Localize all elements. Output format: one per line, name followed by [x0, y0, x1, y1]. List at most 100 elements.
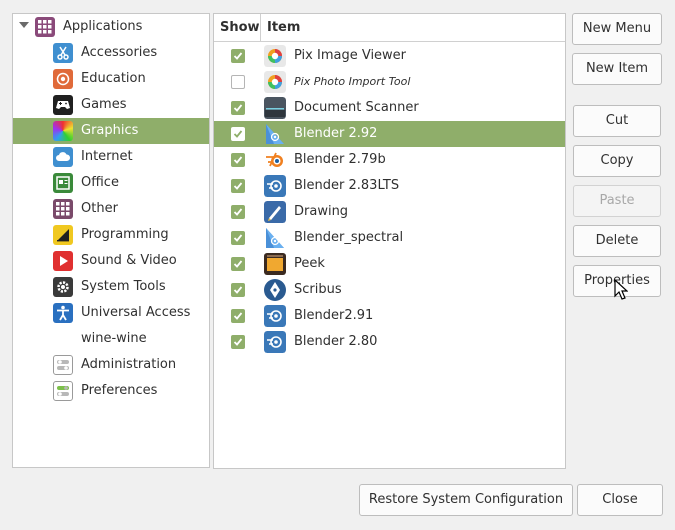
- category-applications[interactable]: Applications: [13, 14, 209, 40]
- list-item[interactable]: Pix Image Viewer: [214, 43, 565, 69]
- programming-icon: [53, 225, 73, 245]
- category-system-tools[interactable]: System Tools: [13, 274, 209, 300]
- blender-logo-icon: [264, 149, 286, 171]
- item-label: Drawing: [294, 204, 349, 219]
- scanner-icon: [264, 97, 286, 119]
- category-administration[interactable]: Administration: [13, 352, 209, 378]
- category-label: Games: [81, 97, 127, 112]
- list-item[interactable]: Blender 2.79b: [214, 147, 565, 173]
- show-checkbox-checked[interactable]: [231, 257, 245, 271]
- grid-icon: [53, 199, 73, 219]
- delete-button[interactable]: Delete: [573, 225, 661, 257]
- item-label: Scribus: [294, 282, 342, 297]
- gear-icon: [53, 277, 73, 297]
- toggle-green-icon: [53, 381, 73, 401]
- pix-icon: [264, 71, 286, 93]
- show-checkbox-unchecked[interactable]: [231, 75, 245, 89]
- palette-icon: [53, 121, 73, 141]
- item-label: Blender_spectral: [294, 230, 404, 245]
- category-label: Office: [81, 175, 119, 190]
- item-label: Blender2.91: [294, 308, 374, 323]
- paste-button[interactable]: Paste: [573, 185, 661, 217]
- list-item[interactable]: Blender 2.92: [214, 121, 565, 147]
- item-label: Blender 2.80: [294, 334, 378, 349]
- blender-icon: [264, 175, 286, 197]
- scribus-icon: [264, 279, 286, 301]
- item-label: Blender 2.83LTS: [294, 178, 400, 193]
- category-label: Graphics: [81, 123, 139, 138]
- new-menu-button[interactable]: New Menu: [572, 13, 662, 45]
- show-checkbox-checked[interactable]: [231, 49, 245, 63]
- pix-icon: [264, 45, 286, 67]
- new-item-button[interactable]: New Item: [572, 53, 662, 85]
- show-checkbox-checked[interactable]: [231, 283, 245, 297]
- show-checkbox-checked[interactable]: [231, 231, 245, 245]
- category-label: Universal Access: [81, 305, 191, 320]
- category-label: Programming: [81, 227, 169, 242]
- cloud-icon: [53, 147, 73, 167]
- show-checkbox-checked[interactable]: [231, 127, 245, 141]
- show-checkbox-checked[interactable]: [231, 205, 245, 219]
- column-header-item[interactable]: Item: [267, 14, 300, 41]
- show-checkbox-checked[interactable]: [231, 335, 245, 349]
- restore-system-configuration-button[interactable]: Restore System Configuration: [359, 484, 573, 516]
- show-checkbox-checked[interactable]: [231, 309, 245, 323]
- category-preferences[interactable]: Preferences: [13, 378, 209, 404]
- list-item[interactable]: Blender 2.80: [214, 329, 565, 355]
- show-checkbox-checked[interactable]: [231, 153, 245, 167]
- list-item[interactable]: Pix Photo Import Tool: [214, 69, 565, 95]
- category-label: Accessories: [81, 45, 158, 60]
- item-label: Peek: [294, 256, 325, 271]
- item-label: Document Scanner: [294, 100, 419, 115]
- category-label: Other: [81, 201, 118, 216]
- category-games[interactable]: Games: [13, 92, 209, 118]
- blender-icon: [264, 305, 286, 327]
- list-item[interactable]: Peek: [214, 251, 565, 277]
- category-office[interactable]: Office: [13, 170, 209, 196]
- category-programming[interactable]: Programming: [13, 222, 209, 248]
- item-label: Blender 2.79b: [294, 152, 386, 167]
- expander-arrow-icon[interactable]: [19, 22, 29, 28]
- item-label: Blender 2.92: [294, 126, 378, 141]
- category-graphics[interactable]: Graphics: [13, 118, 209, 144]
- office-icon: [53, 173, 73, 193]
- list-item[interactable]: Blender 2.83LTS: [214, 173, 565, 199]
- category-label: wine-wine: [81, 331, 147, 346]
- list-header: Show Item: [214, 14, 565, 42]
- blender-spectral-icon: [264, 227, 286, 249]
- accessibility-icon: [53, 303, 73, 323]
- list-item[interactable]: Scribus: [214, 277, 565, 303]
- item-label: Pix Photo Import Tool: [294, 75, 411, 88]
- category-label: Sound & Video: [81, 253, 177, 268]
- category-tree[interactable]: Applications Accessories Education Games Gra…: [12, 13, 210, 468]
- show-checkbox-checked[interactable]: [231, 101, 245, 115]
- scissors-icon: [53, 43, 73, 63]
- grid-icon: [35, 17, 55, 37]
- category-internet[interactable]: Internet: [13, 144, 209, 170]
- category-other[interactable]: Other: [13, 196, 209, 222]
- category-wine-wine[interactable]: wine-wine: [13, 326, 209, 352]
- category-label: System Tools: [81, 279, 166, 294]
- drawing-icon: [264, 201, 286, 223]
- list-item[interactable]: Document Scanner: [214, 95, 565, 121]
- play-icon: [53, 251, 73, 271]
- cut-button[interactable]: Cut: [573, 105, 661, 137]
- item-list[interactable]: Show Item Pix Image Viewer Pix Photo Impo…: [213, 13, 566, 469]
- category-sound-video[interactable]: Sound & Video: [13, 248, 209, 274]
- category-label: Applications: [63, 19, 143, 34]
- list-item[interactable]: Drawing: [214, 199, 565, 225]
- copy-button[interactable]: Copy: [573, 145, 661, 177]
- education-icon: [53, 69, 73, 89]
- gamepad-icon: [53, 95, 73, 115]
- toggle-icon: [53, 355, 73, 375]
- list-item[interactable]: Blender_spectral: [214, 225, 565, 251]
- show-checkbox-checked[interactable]: [231, 179, 245, 193]
- column-header-show[interactable]: Show: [214, 14, 261, 41]
- list-item[interactable]: Blender2.91: [214, 303, 565, 329]
- close-button[interactable]: Close: [577, 484, 663, 516]
- category-label: Internet: [81, 149, 133, 164]
- category-universal-access[interactable]: Universal Access: [13, 300, 209, 326]
- blender-icon: [264, 331, 286, 353]
- category-accessories[interactable]: Accessories: [13, 40, 209, 66]
- category-education[interactable]: Education: [13, 66, 209, 92]
